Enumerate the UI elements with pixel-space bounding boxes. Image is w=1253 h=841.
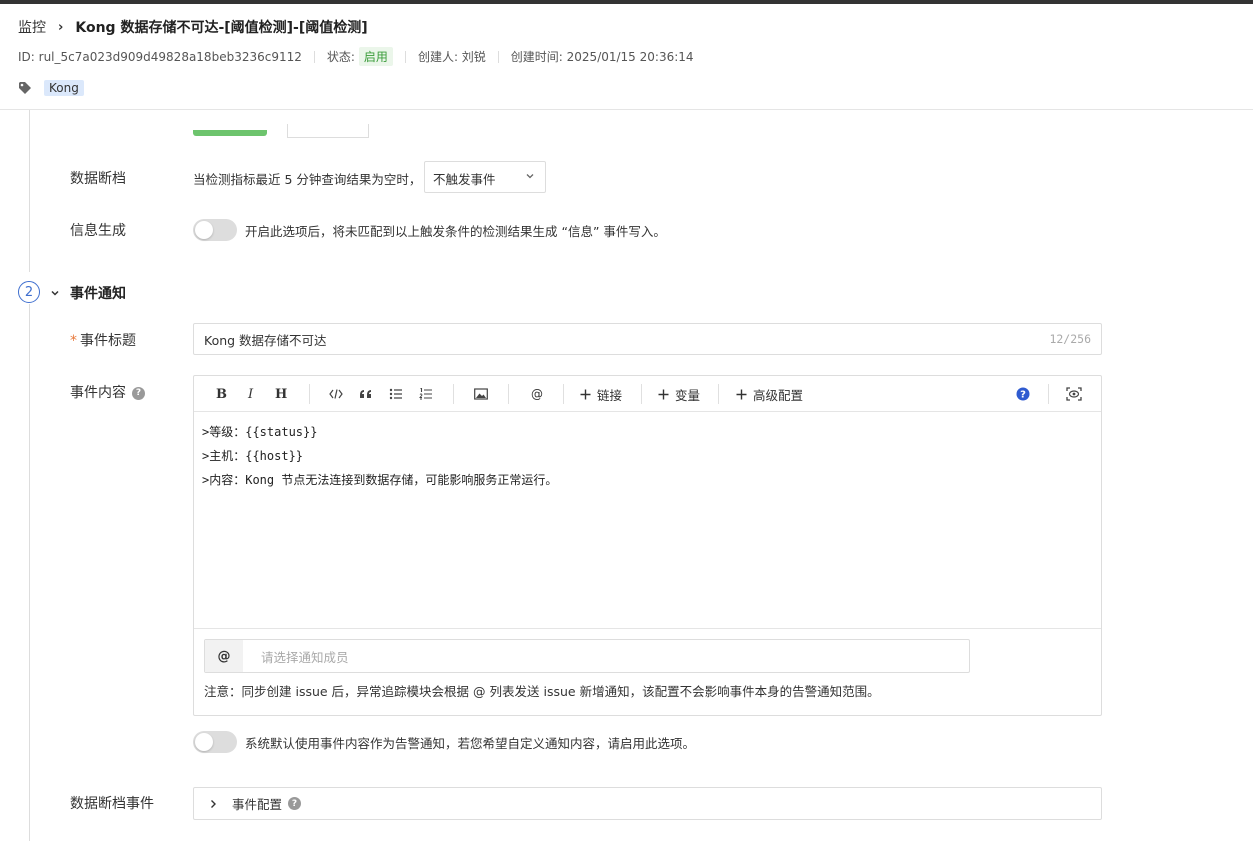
divider: [313, 50, 315, 63]
numbered-list-icon[interactable]: [419, 385, 433, 403]
char-counter: 12/256: [1049, 332, 1091, 346]
mention-select[interactable]: @ 请选择通知成员: [204, 639, 970, 673]
editor-content[interactable]: >等级：{{status}} >主机：{{host}} >内容：Kong 节点无…: [202, 420, 557, 492]
toolbar-divider: [718, 384, 719, 404]
page-header: 监控 › Kong 数据存储不可达-[阈值检测]-[阈值检测] ID: rul_…: [0, 4, 1253, 110]
event-title-input[interactable]: Kong 数据存储不可达 12/256: [193, 323, 1102, 355]
creator: 创建人: 刘锐: [417, 50, 486, 64]
event-content-label: 事件内容?: [70, 382, 145, 402]
event-content-label-text: 事件内容: [70, 385, 126, 401]
help-circle-icon[interactable]: ?: [1016, 385, 1030, 403]
bullet-list-icon[interactable]: [389, 385, 403, 403]
event-content-editor: B I H @ 链接 变量 高级配置 ? >等级：{{status}} >主机：…: [193, 375, 1102, 716]
data-gap-select-value: 不触发事件: [433, 172, 496, 187]
toolbar-divider: [508, 384, 509, 404]
quote-icon[interactable]: [359, 385, 373, 403]
at-icon: @: [205, 640, 243, 672]
toggle-knob: [195, 733, 213, 751]
italic-button[interactable]: I: [248, 385, 253, 403]
chevron-down-icon[interactable]: [50, 288, 60, 298]
chevron-right-icon: [211, 799, 216, 808]
tag-icon: [19, 82, 31, 94]
toggle-knob: [195, 221, 213, 239]
created-time: 创建时间: 2025/01/15 20:36:14: [510, 50, 694, 64]
editor-toolbar: B I H @ 链接 变量 高级配置 ?: [194, 376, 1101, 412]
step-line: [29, 110, 30, 272]
event-title-label: * 事件标题: [70, 330, 136, 350]
gap-event-label: 数据断档事件: [70, 796, 154, 812]
mention-placeholder: 请选择通知成员: [261, 649, 349, 665]
toolbar-divider: [309, 384, 310, 404]
mention-note: 注意：同步创建 issue 后，异常追踪模块会根据 @ 列表发送 issue 新…: [204, 684, 880, 699]
editor-line: >内容：Kong 节点无法连接到数据存储，可能影响服务正常运行。: [202, 473, 558, 487]
chevron-right-icon: ›: [58, 19, 64, 35]
divider: [497, 50, 499, 63]
chevron-down-icon: [526, 174, 534, 179]
status-label: 状态:: [326, 50, 355, 64]
preview-icon[interactable]: [1066, 385, 1082, 403]
help-icon[interactable]: ?: [132, 386, 145, 400]
divider: [404, 50, 406, 63]
plus-icon: [580, 389, 591, 399]
toolbar-divider: [453, 384, 454, 404]
heading-button[interactable]: H: [275, 385, 287, 403]
mention-button[interactable]: @: [531, 385, 543, 403]
advanced-config-button[interactable]: 高级配置: [736, 385, 803, 403]
editor-line: >等级：{{status}}: [202, 425, 318, 439]
section-step-number: 2: [18, 281, 40, 303]
required-mark: *: [70, 333, 77, 349]
toolbar-divider: [1048, 384, 1049, 404]
data-gap-description: 当检测指标最近 5 分钟查询结果为空时，: [193, 172, 422, 187]
info-gen-description: 开启此选项后，将未匹配到以上触发条件的检测结果生成 “信息” 事件写入。: [245, 224, 666, 239]
editor-line: >主机：{{host}}: [202, 449, 304, 463]
meta-row: ID: rul_5c7a023d909d49828a18beb3236c9112…: [18, 47, 694, 66]
rule-id: ID: rul_5c7a023d909d49828a18beb3236c9112: [18, 49, 302, 64]
variable-button-label: 变量: [675, 387, 701, 403]
event-config-collapse[interactable]: 事件配置 ?: [193, 787, 1102, 820]
toolbar-divider: [563, 384, 564, 404]
partial-button-secondary[interactable]: [287, 124, 369, 138]
status-badge: 启用: [358, 47, 393, 66]
breadcrumb-root-link[interactable]: 监控: [18, 17, 46, 37]
data-gap-label: 数据断档: [70, 171, 126, 187]
variable-button[interactable]: 变量: [658, 385, 700, 403]
editor-footer: @ 请选择通知成员 注意：同步创建 issue 后，异常追踪模块会根据 @ 列表…: [194, 628, 1101, 716]
help-icon[interactable]: ?: [288, 797, 302, 810]
section-title[interactable]: 事件通知: [70, 283, 126, 303]
custom-notify-toggle[interactable]: [193, 731, 237, 753]
info-gen-label: 信息生成: [70, 223, 126, 239]
breadcrumb: 监控 › Kong 数据存储不可达-[阈值检测]-[阈值检测]: [18, 17, 368, 37]
event-title-value: Kong 数据存储不可达: [204, 332, 327, 348]
event-config-label: 事件配置: [232, 797, 283, 812]
tag-kong[interactable]: Kong: [44, 80, 84, 96]
link-button[interactable]: 链接: [580, 385, 622, 403]
info-gen-toggle[interactable]: [193, 219, 237, 241]
plus-icon: [736, 389, 747, 399]
main-content: 数据断档 当检测指标最近 5 分钟查询结果为空时， 不触发事件 信息生成 开启此…: [0, 110, 1253, 841]
event-title-label-text: 事件标题: [80, 333, 136, 349]
toolbar-divider: [641, 384, 642, 404]
svg-text:?: ?: [1020, 390, 1026, 401]
page-title: Kong 数据存储不可达-[阈值检测]-[阈值检测]: [75, 20, 368, 36]
image-icon[interactable]: [474, 385, 488, 403]
data-gap-select[interactable]: 不触发事件: [424, 161, 546, 193]
link-button-label: 链接: [597, 387, 623, 403]
code-icon[interactable]: [329, 385, 343, 403]
step-line: [29, 304, 30, 841]
custom-notify-description: 系统默认使用事件内容作为告警通知，若您希望自定义通知内容，请启用此选项。: [245, 736, 696, 751]
tag-row: Kong: [18, 80, 84, 96]
plus-icon: [658, 389, 669, 399]
bold-button[interactable]: B: [216, 385, 227, 403]
partial-button-primary[interactable]: [193, 130, 267, 136]
advanced-config-label: 高级配置: [753, 387, 804, 403]
